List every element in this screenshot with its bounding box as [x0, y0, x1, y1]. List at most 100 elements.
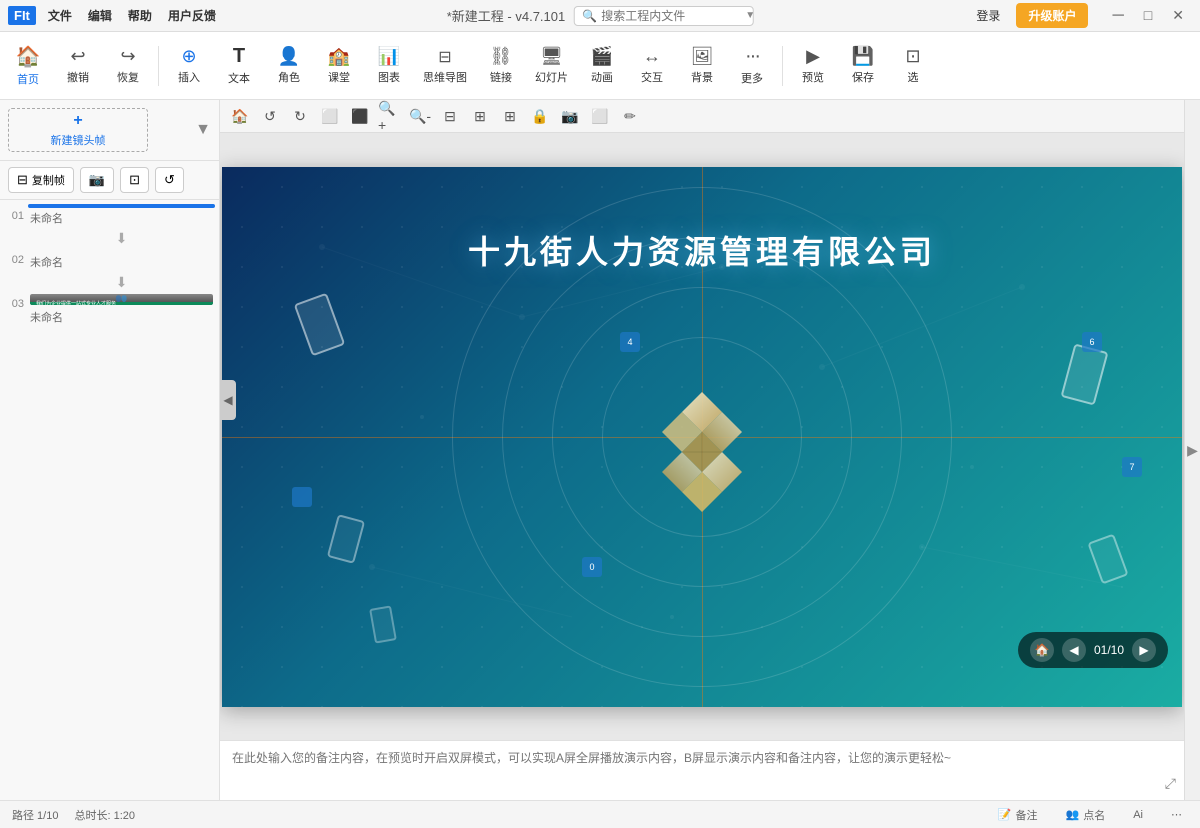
float-handle-6[interactable]: 6	[1082, 332, 1102, 352]
canvas-undo-btn[interactable]: ↺	[258, 104, 282, 128]
float-handle-4[interactable]: 4	[620, 332, 640, 352]
slide-nav: 🏠 ◀ 01/10 ▶	[1018, 632, 1168, 668]
slide-thumbnail-2[interactable]: ■ 内容介绍 我们为您提供专业的人力资源服务 · 招聘管理 · 薪酬管理 · 培…	[28, 248, 215, 252]
slide-canvas[interactable]: 十九街人力资源管理有限公司	[220, 133, 1184, 740]
toolbar-role[interactable]: 👤 角色	[265, 38, 313, 94]
thumb3-bar: 我们为企业提供一站式专业人才服务	[30, 302, 213, 305]
canvas-box-btn[interactable]: ⬜	[588, 104, 612, 128]
canvas-zoomout-btn[interactable]: 🔍-	[408, 104, 432, 128]
ai-label: Ai	[1133, 809, 1143, 821]
menu-help[interactable]: 帮助	[124, 5, 156, 26]
canvas-plus-btn[interactable]: ⊞	[468, 104, 492, 128]
right-panel-toggle[interactable]: ▶	[1184, 100, 1200, 800]
notes-button[interactable]: 📝 备注	[992, 805, 1044, 825]
slide-list: 01 十九街人力资源管理有限公司 ✦ 未命名 ⬇ 02	[0, 200, 219, 800]
roll-call-icon: 👥	[1066, 808, 1080, 821]
canvas-grid-btn[interactable]: ⊞	[498, 104, 522, 128]
toolbar-text[interactable]: T 文本	[215, 38, 263, 94]
app-logo: FIt	[8, 6, 36, 25]
canvas-zoomin-btn[interactable]: 🔍+	[378, 104, 402, 128]
ai-button[interactable]: Ai	[1127, 807, 1149, 823]
copy-frame-button[interactable]: ⊟ 复制帧	[8, 167, 74, 193]
sidebar-arrow[interactable]: ▼	[195, 121, 211, 139]
slide-num-2: 02	[4, 248, 24, 266]
toolbar-link[interactable]: ⛓ 链接	[477, 38, 525, 94]
link-icon: ⛓	[490, 46, 513, 67]
app-title: *新建工程 - v4.7.101	[447, 6, 566, 25]
float-handle-5[interactable]	[292, 487, 312, 507]
slide-item-3: 03 👥 我们为企业提供一站式专业人才服务 未命名	[4, 292, 215, 325]
new-frame-button[interactable]: + 新建镜头帧	[8, 108, 148, 152]
toolbar-bg-label: 背景	[691, 69, 713, 85]
toolbar-slideshow[interactable]: 🖥 幻灯片	[527, 38, 576, 94]
rotate-icon: ↺	[164, 172, 175, 188]
slide-nav-home[interactable]: 🏠	[1030, 638, 1054, 662]
toolbar-select[interactable]: ⊡ 选	[889, 38, 937, 94]
canvas-edit-btn[interactable]: ✏	[618, 104, 642, 128]
toolbar-interact-label: 交互	[641, 69, 663, 85]
search-dropdown-icon[interactable]: ▼	[745, 10, 755, 21]
save-icon: 💾	[852, 46, 874, 67]
toolbar: 🏠 首页 ↩ 撤销 ↪ 恢复 ⊕ 插入 T 文本 👤 角色 🏫 课堂 📊 图表 …	[0, 32, 1200, 100]
close-button[interactable]: ✕	[1164, 7, 1192, 25]
notes-expand-button[interactable]: ⤢	[1165, 775, 1176, 792]
maximize-button[interactable]: □	[1136, 7, 1160, 25]
notes-icon: 📝	[998, 808, 1012, 821]
roll-call-button[interactable]: 👥 点名	[1060, 805, 1112, 825]
canvas-minus-btn[interactable]: ⊟	[438, 104, 462, 128]
canvas-lock-btn[interactable]: 🔒	[528, 104, 552, 128]
canvas-frame-btn[interactable]: ⬛	[348, 104, 372, 128]
toolbar-save[interactable]: 💾 保存	[839, 38, 887, 94]
path-info: 路径 1/10	[12, 807, 58, 823]
more-status-button[interactable]: ⋯	[1165, 806, 1188, 823]
bg-icon: 🖼	[691, 46, 714, 67]
upgrade-button[interactable]: 升级账户	[1016, 3, 1088, 28]
menu-edit[interactable]: 编辑	[84, 5, 116, 26]
toolbar-mindmap[interactable]: ⊟ 思维导图	[415, 38, 475, 94]
slide-thumb-wrapper-2: ■ 内容介绍 我们为您提供专业的人力资源服务 · 招聘管理 · 薪酬管理 · 培…	[28, 248, 215, 270]
notes-textarea[interactable]	[232, 749, 1172, 793]
toolbar-preview[interactable]: ▶ 预览	[789, 38, 837, 94]
slide-thumb-bg-3: 👥 我们为企业提供一站式专业人才服务	[30, 294, 213, 305]
toolbar-redo-label: 恢复	[117, 69, 139, 85]
slide-thumbnail-3[interactable]: 👥 我们为企业提供一站式专业人才服务	[28, 292, 215, 307]
main-logo-symbol	[602, 347, 802, 547]
canvas-home-btn[interactable]: 🏠	[228, 104, 252, 128]
preview-icon: ▶	[806, 46, 820, 67]
toolbar-home[interactable]: 🏠 首页	[4, 38, 52, 94]
select-icon: ⊡	[905, 46, 920, 67]
canvas-photo-btn[interactable]: 📷	[558, 104, 582, 128]
sidebar-collapse-button[interactable]: ◀	[220, 380, 236, 420]
toolbar-undo[interactable]: ↩ 撤销	[54, 38, 102, 94]
toolbar-classroom-label: 课堂	[328, 69, 350, 85]
copy-frame-label: 复制帧	[32, 172, 65, 188]
search-box[interactable]: 🔍 ▼	[573, 6, 753, 26]
slide-nav-next[interactable]: ▶	[1132, 638, 1156, 662]
canvas-crop-btn[interactable]: ⬜	[318, 104, 342, 128]
menu-feedback[interactable]: 用户反馈	[164, 5, 220, 26]
toolbar-bg[interactable]: 🖼 背景	[678, 38, 726, 94]
slideshow-icon: 🖥	[540, 46, 563, 67]
home-icon: 🏠	[16, 44, 41, 69]
search-input[interactable]	[601, 9, 741, 23]
toolbar-insert[interactable]: ⊕ 插入	[165, 38, 213, 94]
float-handle-7[interactable]: 7	[1122, 457, 1142, 477]
frame-rotate-button[interactable]: ↺	[155, 167, 184, 193]
more-status-icon: ⋯	[1171, 808, 1182, 821]
menu-file[interactable]: 文件	[44, 5, 76, 26]
login-button[interactable]: 登录	[968, 5, 1008, 26]
toolbar-classroom[interactable]: 🏫 课堂	[315, 38, 363, 94]
float-handle-0[interactable]: 0	[582, 557, 602, 577]
slide-thumbnail-1[interactable]: 十九街人力资源管理有限公司 ✦	[28, 204, 215, 208]
toolbar-more[interactable]: ··· 更多	[728, 38, 776, 94]
toolbar-chart[interactable]: 📊 图表	[365, 38, 413, 94]
toolbar-redo[interactable]: ↪ 恢复	[104, 38, 152, 94]
toolbar-interact[interactable]: ↔ 交互	[628, 38, 676, 94]
screenshot-button[interactable]: 📷	[80, 167, 114, 193]
main-content: + 新建镜头帧 ▼ ⊟ 复制帧 📷 ⊡ ↺ 01	[0, 100, 1200, 800]
slide-nav-prev[interactable]: ◀	[1062, 638, 1086, 662]
minimize-button[interactable]: ─	[1104, 7, 1131, 25]
frame-select-button[interactable]: ⊡	[120, 167, 149, 193]
canvas-redo-btn[interactable]: ↻	[288, 104, 312, 128]
toolbar-animation[interactable]: 🎬 动画	[578, 38, 626, 94]
